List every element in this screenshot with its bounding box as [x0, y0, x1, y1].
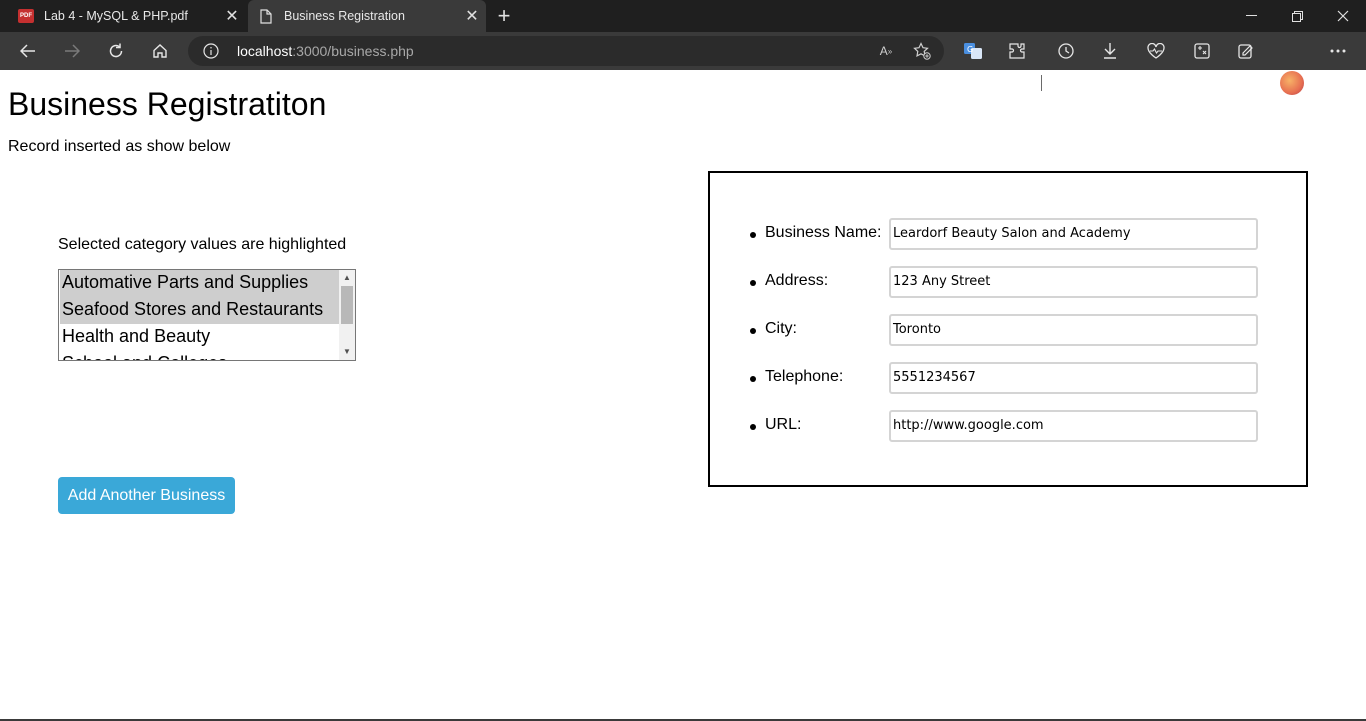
math-solver-icon[interactable]: [1191, 40, 1213, 62]
category-listbox[interactable]: Automative Parts and Supplies Seafood St…: [58, 269, 356, 361]
field-label: Address:: [765, 272, 829, 289]
collections-icon[interactable]: [1235, 40, 1257, 62]
extensions-icon[interactable]: [1006, 40, 1028, 62]
history-icon[interactable]: [1055, 40, 1077, 62]
profile-avatar[interactable]: [1280, 71, 1304, 95]
close-tab-icon[interactable]: ✕: [458, 2, 486, 30]
field-telephone: Telephone: 5551234567: [710, 362, 1306, 396]
scroll-thumb[interactable]: [341, 286, 353, 324]
field-url: URL: http://www.google.com: [710, 410, 1306, 444]
address-bar[interactable]: localhost:3000/business.php A»: [188, 36, 944, 66]
forward-icon[interactable]: [57, 36, 87, 66]
new-tab-icon[interactable]: +: [490, 2, 518, 30]
bullet-icon: [750, 424, 756, 430]
close-tab-icon[interactable]: ✕: [218, 2, 246, 30]
field-city: City: Toronto: [710, 314, 1306, 348]
browser-essentials-icon[interactable]: [1145, 40, 1167, 62]
category-option[interactable]: School and Colleges: [60, 351, 339, 360]
field-label: City:: [765, 320, 797, 337]
field-address: Address: 123 Any Street: [710, 266, 1306, 300]
category-hint-label: Selected category values are highlighted: [58, 236, 347, 253]
add-another-business-button[interactable]: Add Another Business: [58, 477, 235, 514]
business-name-input[interactable]: Leardorf Beauty Salon and Academy: [889, 218, 1258, 250]
address-input[interactable]: 123 Any Street: [889, 266, 1258, 298]
add-favorite-icon[interactable]: [912, 41, 932, 61]
scroll-down-icon[interactable]: ▼: [339, 344, 355, 358]
url-text[interactable]: localhost:3000/business.php: [237, 43, 414, 59]
city-input[interactable]: Toronto: [889, 314, 1258, 346]
field-label: URL:: [765, 416, 802, 433]
more-menu-icon[interactable]: [1327, 40, 1349, 62]
tab-title: Lab 4 - MySQL & PHP.pdf: [44, 9, 188, 23]
back-icon[interactable]: [13, 36, 43, 66]
bullet-icon: [750, 328, 756, 334]
page-icon: [258, 8, 274, 24]
pdf-icon: PDF: [18, 8, 34, 24]
tab-business-registration[interactable]: Business Registration ✕: [248, 0, 486, 32]
scroll-up-icon[interactable]: ▲: [339, 270, 355, 284]
tab-strip: PDF Lab 4 - MySQL & PHP.pdf ✕ Business R…: [0, 0, 1366, 32]
close-window-icon[interactable]: [1320, 0, 1366, 32]
status-message: Record inserted as show below: [8, 138, 231, 155]
toolbar-divider: [1041, 75, 1042, 91]
site-info-icon[interactable]: [202, 42, 220, 60]
telephone-input[interactable]: 5551234567: [889, 362, 1258, 394]
minimize-icon[interactable]: [1228, 0, 1274, 32]
page-title: Business Registratiton: [8, 86, 327, 122]
downloads-icon[interactable]: [1099, 40, 1121, 62]
listbox-scrollbar[interactable]: ▲ ▼: [339, 270, 355, 360]
read-aloud-icon[interactable]: A»: [876, 41, 896, 61]
restore-icon[interactable]: [1274, 0, 1320, 32]
field-label: Business Name:: [765, 224, 882, 241]
tab-title: Business Registration: [284, 9, 405, 23]
field-business-name: Business Name: Leardorf Beauty Salon and…: [710, 218, 1306, 252]
url-input[interactable]: http://www.google.com: [889, 410, 1258, 442]
category-option[interactable]: Automative Parts and Supplies: [60, 270, 339, 297]
field-label: Telephone:: [765, 368, 844, 385]
business-details-panel: Business Name: Leardorf Beauty Salon and…: [708, 171, 1308, 487]
category-option[interactable]: Seafood Stores and Restaurants: [60, 297, 339, 324]
home-icon[interactable]: [145, 36, 175, 66]
category-option[interactable]: Health and Beauty: [60, 324, 339, 351]
svg-text:G: G: [967, 45, 973, 54]
browser-toolbar: localhost:3000/business.php A» G: [0, 32, 1366, 95]
bullet-icon: [750, 232, 756, 238]
translate-icon[interactable]: G: [962, 40, 984, 62]
tab-lab4-pdf[interactable]: PDF Lab 4 - MySQL & PHP.pdf ✕: [0, 0, 246, 32]
bullet-icon: [750, 280, 756, 286]
refresh-icon[interactable]: [101, 36, 131, 66]
bullet-icon: [750, 376, 756, 382]
